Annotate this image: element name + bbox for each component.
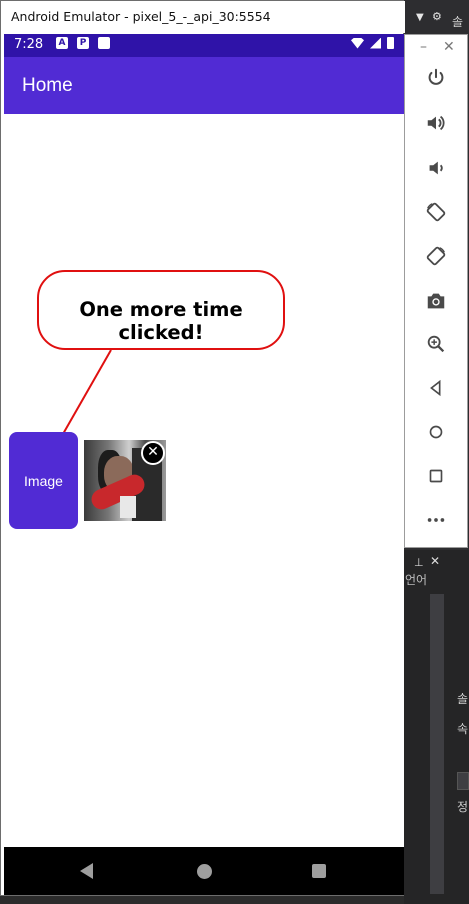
zoom-icon[interactable] bbox=[419, 327, 453, 361]
ide-input[interactable] bbox=[457, 772, 469, 790]
more-icon[interactable] bbox=[419, 503, 453, 537]
battery-icon bbox=[387, 37, 394, 49]
ide-side-label: 정 bbox=[457, 800, 469, 814]
volume-up-icon[interactable] bbox=[419, 106, 453, 140]
home-icon[interactable] bbox=[419, 415, 453, 449]
page-title: Home bbox=[22, 75, 73, 96]
app-bar: Home bbox=[4, 57, 404, 114]
image-button-label: Image bbox=[24, 472, 63, 489]
ide-tab-label[interactable]: 솔 bbox=[452, 13, 463, 30]
rotate-left-icon[interactable] bbox=[419, 195, 453, 229]
ide-side-label: 솔 bbox=[457, 692, 469, 706]
close-icon[interactable]: ✕ bbox=[430, 554, 440, 568]
remove-photo-button[interactable]: ✕ bbox=[141, 441, 165, 465]
window-title: Android Emulator - pixel_5_-_api_30:5554 bbox=[11, 9, 271, 24]
filter-icon[interactable]: ▼ bbox=[416, 12, 428, 24]
overview-icon[interactable] bbox=[419, 459, 453, 493]
ide-scrollbar[interactable] bbox=[430, 594, 444, 894]
gear-icon[interactable]: ⚙ bbox=[432, 11, 444, 23]
nav-home-icon[interactable] bbox=[197, 864, 212, 879]
window-title-bar[interactable]: Android Emulator - pixel_5_-_api_30:5554 bbox=[1, 1, 405, 33]
notification-a-icon: A bbox=[56, 37, 68, 49]
image-button[interactable]: Image bbox=[9, 432, 78, 529]
callout-text: One more time clicked! bbox=[79, 298, 243, 344]
navigation-bar bbox=[4, 847, 404, 895]
ide-panel-label: 언어 bbox=[405, 573, 428, 587]
ide-side-label: 속 bbox=[457, 722, 469, 736]
notification-p-icon: P bbox=[77, 37, 89, 49]
photo-light bbox=[120, 496, 136, 518]
pin-icon[interactable]: ⊥ bbox=[414, 556, 424, 569]
status-time: 7:28 bbox=[14, 37, 44, 52]
rotate-right-icon[interactable] bbox=[419, 239, 453, 273]
status-bar: 7:28 A P bbox=[4, 34, 404, 57]
wifi-icon bbox=[351, 37, 364, 49]
nav-recents-icon[interactable] bbox=[312, 864, 326, 878]
system-status-icons bbox=[351, 37, 394, 49]
power-icon[interactable] bbox=[419, 61, 453, 95]
close-icon[interactable]: ✕ bbox=[443, 39, 455, 55]
emulator-controls: – ✕ bbox=[404, 34, 468, 548]
camera-icon[interactable] bbox=[419, 284, 453, 318]
nav-back-icon[interactable] bbox=[80, 863, 93, 879]
signal-icon bbox=[370, 37, 381, 49]
sd-card-icon bbox=[98, 37, 110, 49]
volume-down-icon[interactable] bbox=[419, 151, 453, 185]
back-icon[interactable] bbox=[419, 371, 453, 405]
callout-bubble: One more time clicked! bbox=[37, 270, 285, 350]
minimize-icon[interactable]: – bbox=[420, 39, 427, 55]
notification-icons: A P bbox=[56, 37, 110, 49]
